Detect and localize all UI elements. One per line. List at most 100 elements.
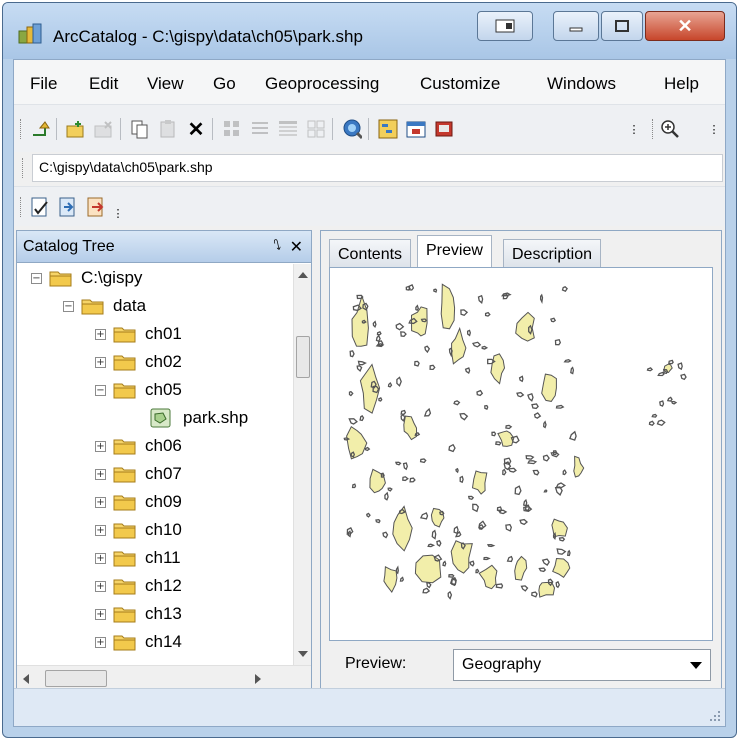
- details-icon[interactable]: [278, 119, 298, 139]
- park-polygon-outline: [409, 477, 416, 483]
- vertical-scroll-thumb[interactable]: [296, 336, 310, 378]
- collapse-icon[interactable]: −: [31, 272, 42, 284]
- tree-item[interactable]: − ch05: [95, 376, 182, 404]
- menu-go[interactable]: Go: [213, 74, 236, 94]
- preview-map[interactable]: [329, 267, 713, 641]
- menu-help[interactable]: Help: [664, 74, 699, 94]
- delete-icon[interactable]: ✕: [186, 119, 206, 141]
- menu-windows[interactable]: Windows: [547, 74, 616, 94]
- tree-item[interactable]: + ch13: [95, 600, 182, 628]
- park-polygon-outline: [359, 415, 365, 422]
- expand-icon[interactable]: +: [95, 524, 106, 536]
- collapse-icon[interactable]: −: [63, 300, 74, 312]
- tab-preview[interactable]: Preview: [417, 235, 492, 268]
- toolbar-overflow-icon[interactable]: ⋮: [704, 119, 724, 139]
- export-metadata-icon[interactable]: [86, 197, 106, 217]
- up-one-level-icon[interactable]: [30, 119, 50, 139]
- edit-metadata-icon[interactable]: [30, 197, 50, 217]
- window-title: ArcCatalog - C:\gispy\data\ch05\park.shp: [53, 27, 363, 46]
- expand-icon[interactable]: +: [95, 440, 106, 452]
- connect-folder-icon[interactable]: [66, 119, 86, 139]
- park-polygon: [403, 415, 418, 441]
- location-field[interactable]: C:\gispy\data\ch05\park.shp: [32, 154, 723, 182]
- tree-item[interactable]: park.shp: [149, 404, 251, 432]
- close-button[interactable]: ✕: [645, 11, 725, 41]
- tree-item[interactable]: + ch12: [95, 572, 182, 600]
- park-polygon-outline: [423, 407, 432, 417]
- collapse-icon[interactable]: −: [95, 384, 106, 396]
- tree-item[interactable]: + ch14: [95, 628, 182, 656]
- copy-icon[interactable]: [130, 119, 150, 139]
- scroll-right-icon[interactable]: [255, 674, 261, 684]
- toolbar-overflow-icon[interactable]: ⋮: [108, 203, 128, 223]
- park-polygon-outline: [496, 506, 502, 513]
- park-polygon-outline: [648, 420, 655, 426]
- expand-icon[interactable]: +: [95, 356, 106, 368]
- park-polygon-outline: [502, 293, 509, 300]
- tab-contents[interactable]: Contents: [329, 239, 412, 267]
- scroll-left-icon[interactable]: [23, 674, 29, 684]
- tab-description[interactable]: Description: [503, 239, 602, 267]
- maximize-button[interactable]: [601, 11, 643, 41]
- tree-item[interactable]: + ch09: [95, 488, 182, 516]
- pin-icon[interactable]: ⭛: [273, 237, 281, 254]
- model-icon[interactable]: [434, 119, 454, 139]
- thumbnails-icon[interactable]: [306, 119, 326, 139]
- scroll-down-icon[interactable]: [298, 651, 308, 657]
- menu-file[interactable]: File: [30, 74, 57, 94]
- tree-item[interactable]: − C:\gispy: [31, 264, 142, 292]
- park-polygon: [514, 555, 528, 581]
- park-polygon-outline: [400, 409, 407, 415]
- minimize-button[interactable]: [553, 11, 599, 41]
- tree-item[interactable]: + ch10: [95, 516, 182, 544]
- menu-edit[interactable]: Edit: [89, 74, 118, 94]
- title-bar[interactable]: ArcCatalog - C:\gispy\data\ch05\park.shp…: [3, 3, 736, 59]
- menu-view[interactable]: View: [147, 74, 184, 94]
- scroll-up-icon[interactable]: [298, 272, 308, 278]
- list-icon[interactable]: [250, 119, 270, 139]
- arctoolbox-icon[interactable]: [406, 119, 426, 139]
- toolbar-grip[interactable]: [20, 197, 23, 217]
- resize-grip-icon[interactable]: [709, 710, 721, 722]
- park-polygon-outline: [523, 506, 533, 512]
- expand-icon[interactable]: +: [95, 328, 106, 340]
- disconnect-folder-icon[interactable]: [94, 119, 114, 139]
- expand-icon[interactable]: +: [95, 580, 106, 592]
- toolbar-overflow-icon[interactable]: ⋮: [624, 119, 644, 139]
- tree-item[interactable]: + ch11: [95, 544, 181, 572]
- menu-geoprocessing[interactable]: Geoprocessing: [265, 74, 379, 94]
- park-polygon: [552, 557, 571, 578]
- close-panel-icon[interactable]: ✕: [290, 237, 303, 257]
- tree-item[interactable]: + ch06: [95, 432, 182, 460]
- paste-icon[interactable]: [158, 119, 178, 139]
- park-polygon-outline: [402, 476, 409, 482]
- catalog-tree-icon[interactable]: [378, 119, 398, 139]
- catalog-tree-panel: Catalog Tree ⭛ ✕ − C:\gispy − data + ch01 + ch0…: [16, 230, 312, 692]
- expand-icon[interactable]: +: [95, 552, 106, 564]
- park-polygon: [440, 283, 456, 330]
- zoom-in-icon[interactable]: [660, 119, 680, 139]
- preview-type-select[interactable]: Geography: [453, 649, 711, 681]
- park-polygon-outline: [387, 487, 393, 492]
- large-icons-icon[interactable]: [222, 119, 242, 139]
- vertical-scrollbar[interactable]: [293, 264, 311, 665]
- import-metadata-icon[interactable]: [58, 197, 78, 217]
- expand-icon[interactable]: +: [95, 636, 106, 648]
- park-polygon: [478, 564, 498, 590]
- horizontal-scroll-thumb[interactable]: [45, 670, 107, 687]
- tree-item[interactable]: + ch07: [95, 460, 182, 488]
- search-icon[interactable]: [342, 119, 362, 140]
- toolbar-grip[interactable]: [652, 119, 655, 139]
- menu-customize[interactable]: Customize: [420, 74, 500, 94]
- park-polygon-outline: [427, 543, 436, 548]
- expand-icon[interactable]: +: [95, 496, 106, 508]
- tree-item[interactable]: − data: [63, 292, 146, 320]
- tree-item[interactable]: + ch01: [95, 320, 182, 348]
- tree-item[interactable]: + ch02: [95, 348, 182, 376]
- expand-icon[interactable]: +: [95, 608, 106, 620]
- park-polygon-outline: [518, 375, 524, 383]
- expand-icon[interactable]: +: [95, 468, 106, 480]
- toolbar-grip[interactable]: [20, 119, 23, 139]
- switch-window-button[interactable]: [477, 11, 533, 41]
- address-grip[interactable]: [22, 158, 25, 178]
